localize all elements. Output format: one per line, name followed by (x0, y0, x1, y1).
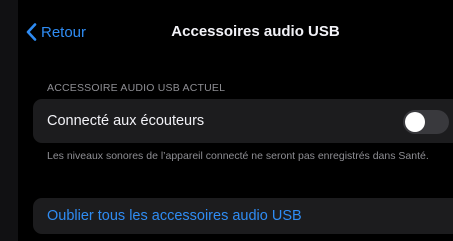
sidebar-edge (0, 0, 18, 241)
toggle-row-label: Connecté aux écouteurs (47, 113, 205, 129)
toggle-knob (405, 112, 425, 132)
settings-screen: Retour Accessoires audio USB ACCESSOIRE … (18, 0, 453, 241)
chevron-left-icon (26, 23, 41, 41)
section-header: ACCESSOIRE AUDIO USB ACTUEL (47, 82, 226, 94)
action-group: Oublier tous les accessoires audio USB (33, 198, 453, 234)
section-footer: Les niveaux sonores de l’appareil connec… (47, 150, 429, 162)
settings-group: Connecté aux écouteurs (33, 99, 453, 143)
navigation-bar: Retour Accessoires audio USB (18, 0, 453, 64)
headphones-toggle[interactable] (403, 110, 449, 134)
back-label: Retour (41, 23, 87, 41)
back-button[interactable]: Retour (26, 20, 86, 44)
forget-accessories-button[interactable]: Oublier tous les accessoires audio USB (47, 198, 302, 234)
page-title: Accessoires audio USB (171, 23, 340, 40)
